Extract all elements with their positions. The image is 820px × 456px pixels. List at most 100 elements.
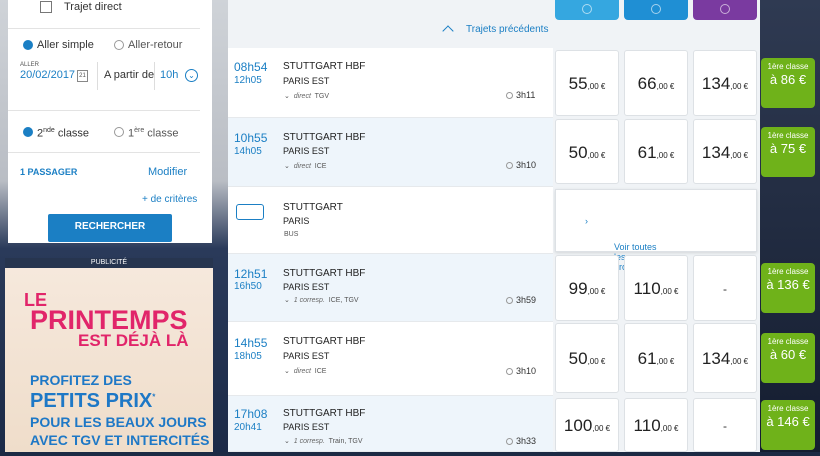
price-box[interactable]: 50,00 € (555, 323, 619, 393)
offer-class: 1ère classe (767, 62, 809, 71)
clock-icon[interactable]: ⌄ (185, 69, 198, 82)
first-class-offer-badge[interactable]: 1ère classe à 60 € (761, 333, 815, 383)
direct-checkbox[interactable] (40, 1, 52, 13)
price-box[interactable]: 61,00 € (624, 119, 688, 184)
price-box[interactable]: 99,00 € (555, 255, 619, 321)
aller-retour-label: Aller-retour (128, 39, 183, 51)
trip-row[interactable]: 10h55 14h05 STUTTGART HBF PARIS EST ⌄ di… (228, 118, 553, 187)
more-criteria-link[interactable]: + de critères (142, 194, 197, 205)
price-suffix: ,00 € (656, 357, 675, 366)
departure-time: 14h55 (234, 336, 268, 350)
trip-row[interactable]: 17h08 20h41 STUTTGART HBF PARIS EST ⌄ 1 … (228, 396, 553, 452)
divider (97, 62, 98, 90)
offer-price: à 136 € (766, 277, 810, 292)
price-value: 99 (568, 279, 588, 298)
trip-row[interactable]: 12h51 16h50 STUTTGART HBF PARIS EST ⌄ 1 … (228, 254, 553, 322)
bus-icon (236, 204, 264, 220)
origin-station: STUTTGART HBF (283, 336, 366, 347)
trip-row[interactable]: 08h54 12h05 STUTTGART HBF PARIS EST ⌄ di… (228, 48, 553, 118)
offer-class: 1ère classe (767, 131, 809, 140)
departure-time: 12h51 (234, 267, 268, 281)
price-box[interactable]: 134,00 € (693, 50, 757, 116)
departure-time: 17h08 (234, 407, 268, 421)
aller-simple-label: Aller simple (37, 39, 94, 51)
price-suffix: ,00 € (587, 82, 606, 91)
origin-station: STUTTGART HBF (283, 408, 366, 419)
price-box[interactable]: - (693, 398, 757, 452)
ad-line-1: PROFITEZ DES (30, 372, 132, 388)
price-box[interactable]: 50,00 € (555, 119, 619, 184)
origin-station: STUTTGART (283, 202, 343, 213)
modify-link[interactable]: Modifier (148, 166, 187, 178)
date-field[interactable]: 20/02/2017 (20, 69, 75, 81)
price-value: 110 (633, 279, 661, 298)
see-all-box[interactable]: Voir toutes les propositions › (555, 189, 757, 272)
divider (8, 110, 200, 111)
price-box[interactable]: 110,00 € (624, 398, 688, 452)
price-suffix: ,00 € (660, 424, 679, 433)
search-button[interactable]: RECHERCHER (48, 214, 172, 242)
first-class-offer-badge[interactable]: 1ère classe à 86 € (761, 58, 815, 108)
price-value: 100 (563, 416, 593, 435)
ad-line-4: AVEC TGV ET INTERCITÉS (30, 432, 210, 448)
price-box[interactable]: 134,00 € (693, 323, 757, 393)
tab-first-class[interactable] (624, 0, 688, 20)
clock-icon (506, 92, 513, 99)
aller-simple-radio[interactable] (23, 40, 33, 50)
destination-station: PARIS EST (283, 76, 330, 86)
trip-info: ⌄ 1 corresp. Train, TGV (284, 438, 363, 445)
price-value: 55 (568, 74, 588, 93)
info-icon (582, 4, 592, 14)
a-partir-label: A partir de (104, 69, 155, 81)
origin-station: STUTTGART HBF (283, 268, 366, 279)
trip-row[interactable]: 14h55 18h05 STUTTGART HBF PARIS EST ⌄ di… (228, 322, 553, 396)
tab-second-class[interactable] (555, 0, 619, 20)
clock-icon (506, 368, 513, 375)
price-value: 134 (701, 349, 731, 368)
offer-class: 1ère classe (767, 267, 809, 276)
bus-row[interactable]: STUTTGART PARIS BUS (228, 187, 553, 254)
hour-field[interactable]: 10h (160, 69, 178, 81)
first-class-offer-badge[interactable]: 1ère classe à 136 € (761, 263, 815, 313)
first-class-label: 1ère classe (128, 127, 179, 140)
second-class-radio[interactable] (23, 127, 33, 137)
info-icon (651, 4, 661, 14)
first-class-offer-badge[interactable]: 1ère classe à 75 € (761, 127, 815, 177)
price-box[interactable]: - (693, 255, 757, 321)
first-class-radio[interactable] (114, 127, 124, 137)
offer-price: à 146 € (766, 414, 810, 429)
duration: 3h33 (516, 436, 537, 446)
tab-premium[interactable] (693, 0, 757, 20)
price-box[interactable]: 61,00 € (624, 323, 688, 393)
price-suffix: ,00 € (730, 82, 749, 91)
price-value: 50 (568, 349, 588, 368)
price-value: 61 (637, 143, 657, 162)
departure-time: 08h54 (234, 60, 268, 74)
price-box[interactable]: 110,00 € (624, 255, 688, 321)
price-suffix: ,00 € (656, 151, 675, 160)
price-box[interactable]: 134,00 € (693, 119, 757, 184)
divider (8, 152, 200, 153)
aller-caption: ALLER (20, 62, 40, 68)
price-suffix: ,00 € (730, 151, 749, 160)
previous-trips-link[interactable]: Trajets précédents (466, 24, 548, 35)
arrival-time: 12h05 (234, 75, 262, 86)
clock-icon (506, 297, 513, 304)
destination-station: PARIS EST (283, 422, 330, 432)
price-box[interactable]: 55,00 € (555, 50, 619, 116)
destination-station: PARIS (283, 216, 310, 226)
duration: 3h10 (516, 160, 537, 170)
info-icon (720, 4, 730, 14)
divider (8, 28, 200, 29)
ad-line-2: PETITS PRIX* (30, 390, 156, 412)
clock-icon (506, 438, 513, 445)
first-class-offer-badge[interactable]: 1ère classe à 146 € (761, 400, 815, 450)
calendar-icon[interactable]: 21 (77, 70, 88, 82)
see-all-link[interactable]: Voir toutes les propositions › (585, 216, 663, 272)
price-box[interactable]: 100,00 € (555, 398, 619, 452)
offer-price: à 86 € (769, 72, 807, 87)
aller-retour-radio[interactable] (114, 40, 124, 50)
price-box[interactable]: 66,00 € (624, 50, 688, 116)
offer-class: 1ère classe (767, 337, 809, 346)
destination-station: PARIS EST (283, 282, 330, 292)
